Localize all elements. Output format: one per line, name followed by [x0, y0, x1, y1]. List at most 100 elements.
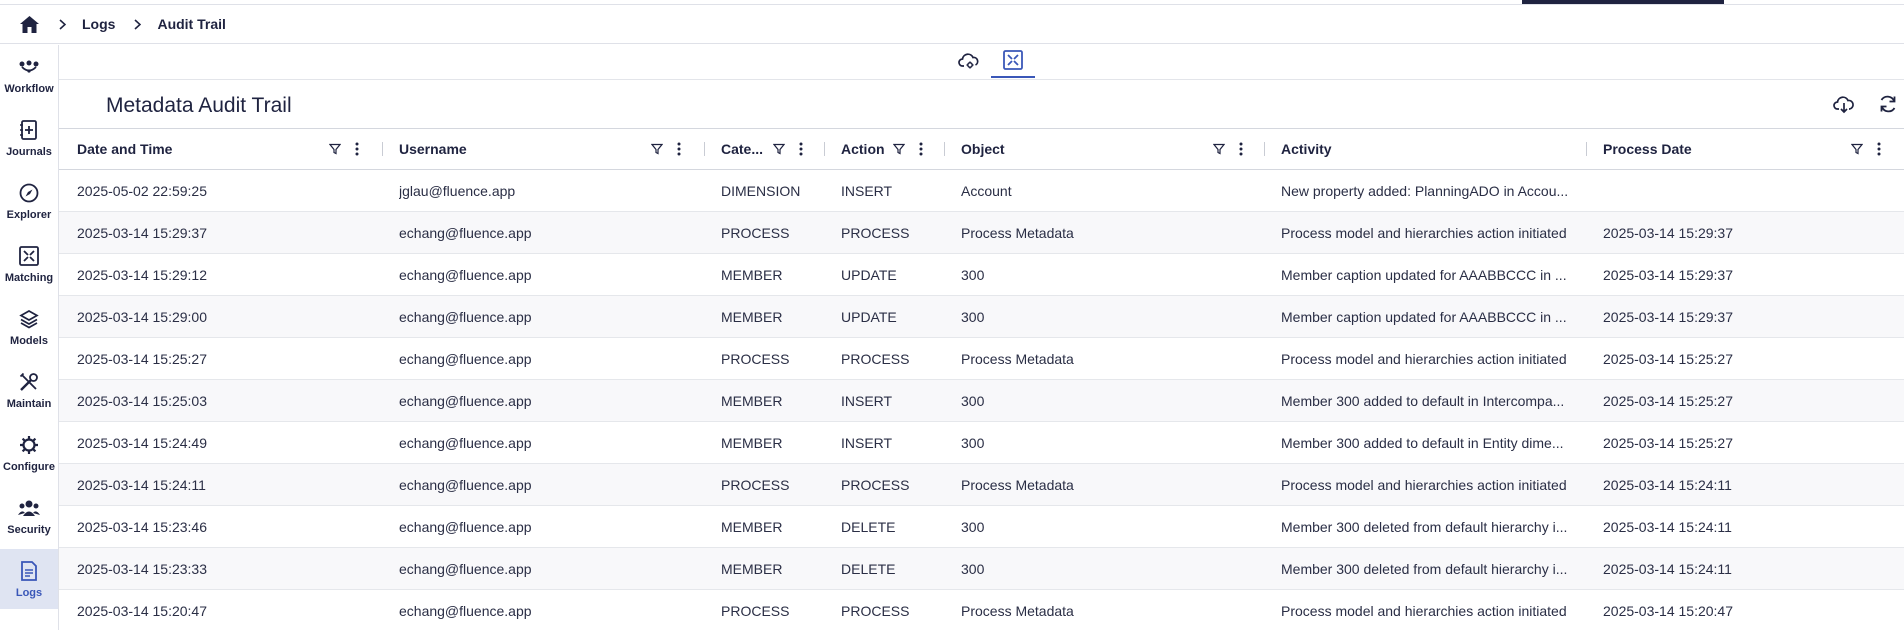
breadcrumb-logs[interactable]: Logs [82, 16, 115, 32]
column-header-process-date[interactable]: Process Date [1603, 129, 1692, 169]
cell-username: echang@fluence.app [399, 308, 532, 325]
sidebar-item-security[interactable]: Security [0, 486, 58, 546]
column-resize-handle[interactable] [1586, 142, 1587, 156]
table-row[interactable]: 2025-03-14 15:29:12 echang@fluence.app MEM… [59, 254, 1904, 296]
table-row[interactable]: 2025-05-02 22:59:25 jglau@fluence.app DIME… [59, 170, 1904, 212]
cell-category: MEMBER [721, 434, 783, 451]
cell-process-date: 2025-03-14 15:25:27 [1603, 392, 1733, 409]
cell-activity: Member 300 added to default in Intercomp… [1281, 392, 1565, 409]
column-menu-icon[interactable] [795, 141, 807, 157]
sidebar-item-models[interactable]: Models [0, 297, 58, 357]
cell-process-date: 2025-03-14 15:25:27 [1603, 350, 1733, 367]
table-row[interactable]: 2025-03-14 15:24:11 echang@fluence.app PRO… [59, 464, 1904, 506]
column-resize-handle[interactable] [1264, 142, 1265, 156]
table-row[interactable]: 2025-03-14 15:25:03 echang@fluence.app MEM… [59, 380, 1904, 422]
column-header-username[interactable]: Username [399, 129, 467, 169]
cell-object: Process Metadata [961, 224, 1074, 241]
sidebar-item-label: Workflow [4, 83, 54, 95]
filter-icon[interactable] [329, 141, 341, 157]
column-resize-handle[interactable] [704, 142, 705, 156]
filter-icon[interactable] [893, 141, 905, 157]
cell-process-date: 2025-03-14 15:29:37 [1603, 266, 1733, 283]
cell-username: echang@fluence.app [399, 560, 532, 577]
column-header-label: Username [399, 141, 467, 157]
cell-action: INSERT [841, 182, 893, 199]
cell-activity: Member 300 deleted from default hierarch… [1281, 518, 1568, 535]
refresh-icon [1878, 94, 1898, 119]
cell-date-time: 2025-03-14 15:20:47 [77, 602, 207, 619]
cell-action: INSERT [841, 392, 893, 409]
sidebar-item-label: Matching [4, 272, 54, 284]
breadcrumb: Logs Audit Trail [0, 5, 1904, 44]
cell-object: Process Metadata [961, 350, 1074, 367]
sidebar-item-explorer[interactable]: Explorer [0, 171, 58, 231]
cell-action: DELETE [841, 560, 896, 577]
matching-icon [17, 244, 41, 268]
compass-icon [17, 181, 41, 205]
column-menu-icon[interactable] [1873, 141, 1885, 157]
sidebar-item-journals[interactable]: Journals [0, 108, 58, 168]
cell-action: INSERT [841, 434, 893, 451]
cell-object: Account [961, 182, 1012, 199]
column-header-label: Action [841, 141, 885, 157]
cell-object: 300 [961, 392, 985, 409]
top-accent-bar [1522, 0, 1724, 4]
refresh-button[interactable] [1872, 91, 1904, 121]
column-header-label: Process Date [1603, 141, 1692, 157]
cell-activity: Process model and hierarchies action ini… [1281, 224, 1567, 241]
tools-icon [17, 370, 41, 394]
cell-category: PROCESS [721, 350, 790, 367]
grid-body: 2025-05-02 22:59:25 jglau@fluence.app DIME… [59, 170, 1904, 630]
column-menu-icon[interactable] [915, 141, 927, 157]
cell-category: PROCESS [721, 476, 790, 493]
metadata-matrix-toggle[interactable] [991, 48, 1035, 78]
filter-icon[interactable] [1851, 141, 1863, 157]
column-resize-handle[interactable] [382, 142, 383, 156]
cell-username: echang@fluence.app [399, 350, 532, 367]
table-row[interactable]: 2025-03-14 15:29:00 echang@fluence.app MEM… [59, 296, 1904, 338]
cell-category: DIMENSION [721, 182, 801, 199]
cell-date-time: 2025-03-14 15:23:46 [77, 518, 207, 535]
users-icon [17, 496, 41, 520]
table-row[interactable]: 2025-03-14 15:23:46 echang@fluence.app MEM… [59, 506, 1904, 548]
sidebar-item-maintain[interactable]: Maintain [0, 360, 58, 420]
cell-activity: Process model and hierarchies action ini… [1281, 350, 1567, 367]
table-row[interactable]: 2025-03-14 15:25:27 echang@fluence.app PRO… [59, 338, 1904, 380]
column-header-category[interactable]: Cate... [721, 129, 763, 169]
column-header-action[interactable]: Action [841, 129, 885, 169]
sidebar-item-logs[interactable]: Logs [0, 549, 58, 609]
cloud-settings-toggle[interactable] [947, 48, 991, 78]
column-header-tools [1213, 129, 1247, 169]
column-header-activity[interactable]: Activity [1281, 129, 1332, 169]
column-menu-icon[interactable] [1235, 141, 1247, 157]
column-header-tools [893, 129, 927, 169]
column-menu-icon[interactable] [673, 141, 685, 157]
sidebar-item-workflow[interactable]: Workflow [0, 45, 58, 105]
filter-icon[interactable] [651, 141, 663, 157]
column-resize-handle[interactable] [824, 142, 825, 156]
cell-action: PROCESS [841, 602, 910, 619]
column-resize-handle[interactable] [944, 142, 945, 156]
filter-icon[interactable] [1213, 141, 1225, 157]
column-menu-icon[interactable] [351, 141, 363, 157]
table-row[interactable]: 2025-03-14 15:20:47 echang@fluence.app PRO… [59, 590, 1904, 630]
cell-category: MEMBER [721, 308, 783, 325]
cloud-settings-icon [958, 51, 980, 76]
column-header-tools [773, 129, 807, 169]
cell-category: MEMBER [721, 392, 783, 409]
cell-activity: Process model and hierarchies action ini… [1281, 476, 1567, 493]
column-header-object[interactable]: Object [961, 129, 1005, 169]
home-icon[interactable] [18, 13, 40, 35]
cell-category: PROCESS [721, 224, 790, 241]
table-row[interactable]: 2025-03-14 15:24:49 echang@fluence.app MEM… [59, 422, 1904, 464]
sidebar-item-matching[interactable]: Matching [0, 234, 58, 294]
table-row[interactable]: 2025-03-14 15:23:33 echang@fluence.app MEM… [59, 548, 1904, 590]
column-header-date-time[interactable]: Date and Time [77, 129, 172, 169]
cell-object: 300 [961, 560, 985, 577]
cell-activity: Member caption updated for AAABBCCC in .… [1281, 308, 1567, 325]
export-button[interactable] [1828, 91, 1860, 121]
sidebar-item-configure[interactable]: Configure [0, 423, 58, 483]
filter-icon[interactable] [773, 141, 785, 157]
table-row[interactable]: 2025-03-14 15:29:37 echang@fluence.app PRO… [59, 212, 1904, 254]
cell-date-time: 2025-05-02 22:59:25 [77, 182, 207, 199]
